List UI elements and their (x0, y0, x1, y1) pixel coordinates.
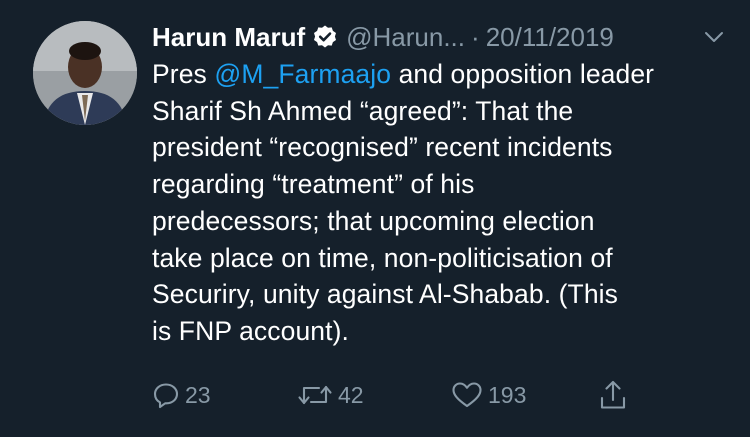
like-count: 193 (488, 381, 527, 408)
chevron-down-icon[interactable] (702, 25, 726, 49)
tweet-text-line: regarding “treatment” of his (152, 169, 475, 200)
reply-count: 23 (185, 381, 211, 408)
retweet-button[interactable]: 42 (297, 375, 364, 415)
avatar[interactable] (33, 21, 137, 125)
heart-icon (451, 381, 483, 409)
text-fragment: and opposition leader (391, 59, 655, 89)
tweet-text-line: president “recognised” recent incidents (152, 132, 613, 163)
tweet-actions: 23 42 193 (152, 375, 726, 415)
retweet-count: 42 (338, 381, 364, 408)
author-handle[interactable]: @Harun... (346, 22, 465, 53)
reply-button[interactable]: 23 (152, 375, 211, 415)
tweet-date[interactable]: 20/11/2019 (486, 22, 614, 53)
separator-dot: · (471, 21, 480, 52)
tweet-text-line: is FNP account). (152, 315, 349, 346)
retweet-icon (297, 381, 333, 409)
tweet-text-line: Sharif Sh Ahmed “agreed”: That the (152, 95, 574, 126)
text-fragment: Pres (152, 59, 215, 89)
mention-link[interactable]: @M_Farmaajo (214, 59, 391, 89)
verified-badge-icon (312, 24, 338, 50)
tweet-text-line: Securiry, unity against Al-Shabab. (This (152, 279, 619, 310)
tweet-text-line: predecessors; that upcoming election (152, 205, 595, 236)
tweet-header: Harun Maruf @Harun... · 20/11/2019 (152, 19, 726, 55)
tweet-text: Pres @M_Farmaajo and opposition leader S… (152, 56, 727, 350)
share-button[interactable] (599, 375, 627, 415)
tweet: Harun Maruf @Harun... · 20/11/2019 Pres … (0, 0, 750, 437)
tweet-text-line: Pres @M_Farmaajo and opposition leader (152, 56, 727, 93)
display-name[interactable]: Harun Maruf (152, 22, 305, 53)
like-button[interactable]: 193 (451, 375, 526, 415)
tweet-text-line: take place on time, non-politicisation o… (152, 242, 613, 273)
reply-icon (152, 381, 180, 409)
share-icon (599, 379, 627, 411)
